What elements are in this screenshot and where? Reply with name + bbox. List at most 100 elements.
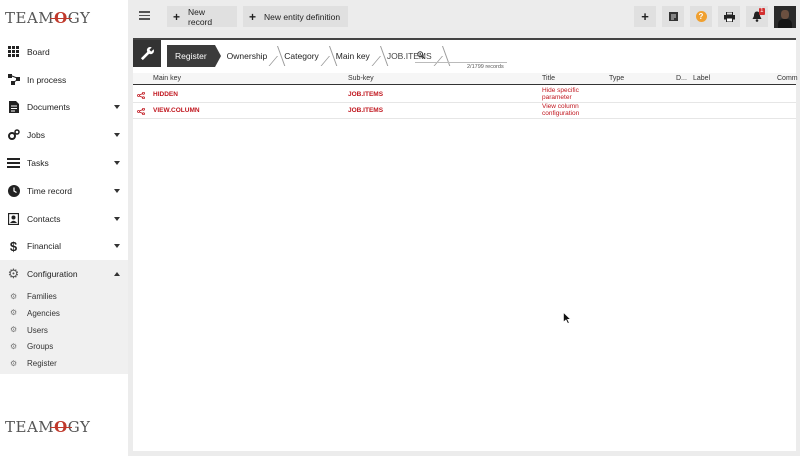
breadcrumb-item-ownership[interactable]: Ownership <box>215 45 276 67</box>
help-button[interactable]: ? <box>690 6 712 27</box>
sidebar-item-label: Contacts <box>27 213 61 224</box>
table-row[interactable]: HIDDEN JOB.ITEMS Hide specific parameter <box>133 87 796 103</box>
topbar: + New record + New entity definition + ?… <box>128 0 800 34</box>
sidebar-item-financial[interactable]: $ Financial <box>0 233 128 261</box>
submenu-label: Groups <box>27 342 54 352</box>
breadcrumb: Register Ownership Category Main key JOB… <box>167 45 440 67</box>
cell-sub-key: JOB.ITEMS <box>348 91 384 98</box>
gear-icon: ⚙ <box>7 266 20 282</box>
plus-icon: + <box>249 9 257 24</box>
breadcrumb-label: Register <box>175 51 207 61</box>
hamburger-menu-icon[interactable] <box>139 11 150 20</box>
notifications-button[interactable]: 1 <box>746 6 768 27</box>
column-header-d[interactable]: D... <box>676 75 687 82</box>
submenu-item-families[interactable]: ⚙ Families <box>0 288 128 305</box>
logo-text: TEAMOGY <box>5 418 91 436</box>
breadcrumb-item-category[interactable]: Category <box>275 45 327 67</box>
breadcrumb-label: Ownership <box>226 51 268 61</box>
table-header: Main key Sub-key Title Type D... Label C… <box>133 73 798 85</box>
breadcrumb-item-register[interactable]: Register <box>167 45 221 67</box>
notes-icon[interactable] <box>662 6 684 27</box>
gear-icon: ⚙ <box>10 325 18 335</box>
column-header-main-key[interactable]: Main key <box>153 75 181 82</box>
submenu-item-register[interactable]: ⚙ Register <box>0 355 128 372</box>
sidebar-item-time-record[interactable]: Time record <box>0 177 128 205</box>
submenu-item-agencies[interactable]: ⚙ Agencies <box>0 305 128 322</box>
column-header-type[interactable]: Type <box>609 75 624 82</box>
gear-icon: ⚙ <box>10 358 18 368</box>
wrench-icon[interactable] <box>133 40 161 67</box>
cell-main-key: HIDDEN <box>153 91 178 98</box>
sidebar-item-label: In process <box>27 74 67 85</box>
submenu-label: Families <box>27 292 57 302</box>
grid-icon <box>7 45 20 58</box>
sidebar-item-contacts[interactable]: Contacts <box>0 205 128 233</box>
share-icon[interactable] <box>137 108 145 115</box>
tasks-icon <box>7 157 20 170</box>
cell-main-key: VIEW.COLUMN <box>153 107 200 114</box>
share-icon[interactable] <box>137 92 145 99</box>
sidebar-item-documents[interactable]: Documents <box>0 94 128 122</box>
print-icon[interactable] <box>718 6 740 27</box>
sidebar-item-jobs[interactable]: Jobs <box>0 121 128 149</box>
sidebar-menu: Board In process Documents Jobs Tasks Ti… <box>0 38 128 375</box>
column-header-comment[interactable]: Comm <box>777 75 798 82</box>
sidebar-item-label: Time record <box>27 185 73 196</box>
gear-icon: ⚙ <box>10 341 18 351</box>
chevron-down-icon[interactable] <box>114 216 120 221</box>
process-icon <box>7 73 20 86</box>
sidebar-item-configuration[interactable]: ⚙ Configuration <box>0 260 128 289</box>
sidebar-item-label: Configuration <box>27 269 78 280</box>
clock-icon <box>7 184 20 197</box>
mouse-cursor-icon <box>563 312 571 324</box>
notification-badge: 1 <box>758 8 765 15</box>
sidebar-item-label: Board <box>27 46 50 57</box>
gear-icon: ⚙ <box>10 308 18 318</box>
sidebar-item-board[interactable]: Board <box>0 38 128 66</box>
jobs-gear-icon <box>7 129 20 142</box>
breadcrumb-item-main-key[interactable]: Main key <box>327 45 378 67</box>
sidebar-item-tasks[interactable]: Tasks <box>0 149 128 177</box>
sidebar-item-label: Jobs <box>27 130 45 141</box>
avatar[interactable] <box>774 6 796 28</box>
breadcrumb-label: Category <box>284 51 319 61</box>
submenu-label: Users <box>27 325 48 335</box>
table-row[interactable]: VIEW.COLUMN JOB.ITEMS View column configu… <box>133 103 796 119</box>
sidebar-item-label: Documents <box>27 102 70 113</box>
submenu-item-groups[interactable]: ⚙ Groups <box>0 339 128 356</box>
dollar-icon: $ <box>9 238 18 254</box>
logo[interactable]: TEAMOGY <box>5 5 90 31</box>
search-box <box>415 50 507 63</box>
sidebar-item-label: Financial <box>27 241 62 252</box>
cell-sub-key: JOB.ITEMS <box>348 107 384 114</box>
submenu-label: Register <box>27 359 57 369</box>
submenu-label: Agencies <box>27 308 60 318</box>
document-icon <box>7 101 20 114</box>
chevron-down-icon[interactable] <box>114 188 120 193</box>
footer-logo: TEAMOGY <box>5 414 90 440</box>
search-input[interactable] <box>429 50 505 62</box>
chevron-down-icon[interactable] <box>114 244 120 249</box>
chevron-up-icon[interactable] <box>114 272 120 277</box>
sidebar-item-label: Tasks <box>27 158 49 169</box>
plus-icon: + <box>173 9 181 24</box>
breadcrumb-label: Main key <box>335 51 370 61</box>
new-record-label: New record <box>188 6 213 27</box>
chevron-down-icon[interactable] <box>114 133 120 138</box>
column-header-title[interactable]: Title <box>542 75 555 82</box>
gear-icon: ⚙ <box>10 291 18 301</box>
logo-text: TEAMOGY <box>5 9 91 27</box>
new-entity-label: New entity definition <box>264 11 341 22</box>
column-header-sub-key[interactable]: Sub-key <box>348 75 374 82</box>
submenu-item-users[interactable]: ⚙ Users <box>0 322 128 339</box>
cell-title: Hide specific parameter <box>542 87 579 102</box>
chevron-down-icon[interactable] <box>114 105 120 110</box>
chevron-down-icon[interactable] <box>114 161 120 166</box>
sidebar-item-in-process[interactable]: In process <box>0 66 128 94</box>
configuration-submenu: ⚙ Families ⚙ Agencies ⚙ Users ⚙ Groups ⚙ Regi… <box>0 288 128 375</box>
search-icon <box>417 51 425 59</box>
new-entity-definition-button[interactable]: + New entity definition <box>243 6 348 27</box>
add-icon[interactable]: + <box>634 6 656 27</box>
new-record-button[interactable]: + New record <box>167 6 237 27</box>
column-header-label[interactable]: Label <box>693 75 710 82</box>
